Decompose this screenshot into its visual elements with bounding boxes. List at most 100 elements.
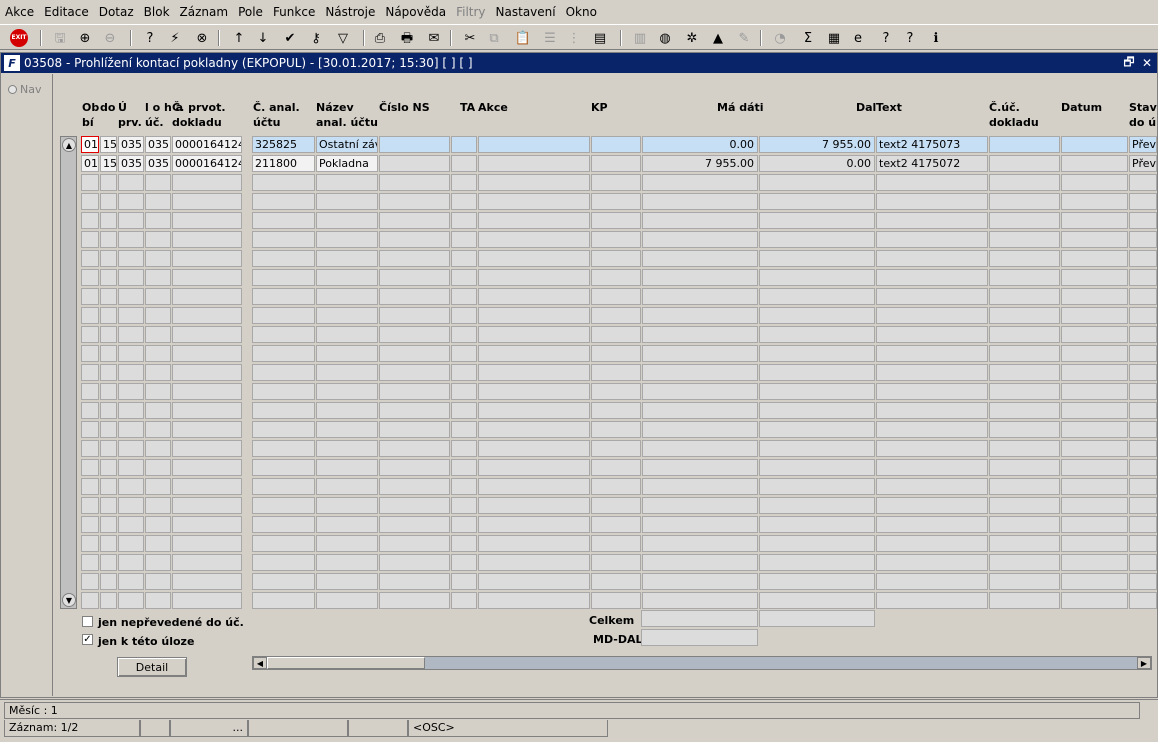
empty-cell[interactable] xyxy=(642,497,758,514)
empty-cell[interactable] xyxy=(451,535,477,552)
empty-cell[interactable] xyxy=(81,212,99,229)
empty-cell[interactable] xyxy=(759,345,875,362)
empty-cell[interactable] xyxy=(81,497,99,514)
empty-cell[interactable] xyxy=(451,364,477,381)
empty-cell[interactable] xyxy=(759,573,875,590)
scroll-up-icon[interactable]: ▲ xyxy=(62,138,76,152)
empty-cell[interactable] xyxy=(379,364,450,381)
empty-cell[interactable] xyxy=(1129,516,1157,533)
empty-cell[interactable] xyxy=(478,193,590,210)
empty-cell[interactable] xyxy=(876,288,988,305)
empty-cell[interactable] xyxy=(379,250,450,267)
empty-cell[interactable] xyxy=(100,554,117,571)
empty-cell[interactable] xyxy=(989,212,1060,229)
empty-cell[interactable] xyxy=(1061,440,1128,457)
table-cell[interactable]: 211800 xyxy=(252,155,315,172)
empty-cell[interactable] xyxy=(81,440,99,457)
empty-cell[interactable] xyxy=(876,193,988,210)
empty-cell[interactable] xyxy=(100,288,117,305)
empty-cell[interactable] xyxy=(172,250,242,267)
empty-cell[interactable] xyxy=(451,193,477,210)
empty-cell[interactable] xyxy=(81,516,99,533)
empty-cell[interactable] xyxy=(172,288,242,305)
empty-cell[interactable] xyxy=(316,231,378,248)
empty-cell[interactable] xyxy=(989,269,1060,286)
empty-cell[interactable] xyxy=(759,459,875,476)
report-icon[interactable]: ▤ xyxy=(590,28,610,48)
empty-cell[interactable] xyxy=(759,592,875,609)
empty-cell[interactable] xyxy=(591,364,641,381)
empty-cell[interactable] xyxy=(642,440,758,457)
empty-cell[interactable] xyxy=(145,497,171,514)
empty-cell[interactable] xyxy=(591,193,641,210)
empty-cell[interactable] xyxy=(172,193,242,210)
empty-cell[interactable] xyxy=(145,535,171,552)
horizontal-scrollbar[interactable]: ◀ ▶ xyxy=(252,656,1152,670)
empty-cell[interactable] xyxy=(451,212,477,229)
calendar-icon[interactable]: ◔ xyxy=(770,28,790,48)
empty-cell[interactable] xyxy=(100,174,117,191)
empty-cell[interactable] xyxy=(759,250,875,267)
empty-cell[interactable] xyxy=(478,326,590,343)
empty-cell[interactable] xyxy=(81,592,99,609)
empty-cell[interactable] xyxy=(118,231,144,248)
empty-cell[interactable] xyxy=(100,383,117,400)
empty-cell[interactable] xyxy=(1061,364,1128,381)
empty-cell[interactable] xyxy=(316,193,378,210)
empty-cell[interactable] xyxy=(118,345,144,362)
empty-cell[interactable] xyxy=(876,573,988,590)
empty-cell[interactable] xyxy=(379,497,450,514)
empty-cell[interactable] xyxy=(989,345,1060,362)
empty-cell[interactable] xyxy=(145,459,171,476)
table-cell[interactable]: text2 4175073 xyxy=(876,136,988,153)
empty-cell[interactable] xyxy=(876,383,988,400)
empty-cell[interactable] xyxy=(100,364,117,381)
empty-cell[interactable] xyxy=(316,174,378,191)
empty-cell[interactable] xyxy=(100,497,117,514)
empty-cell[interactable] xyxy=(759,402,875,419)
empty-cell[interactable] xyxy=(876,231,988,248)
empty-cell[interactable] xyxy=(451,440,477,457)
empty-cell[interactable] xyxy=(316,307,378,324)
empty-cell[interactable] xyxy=(876,440,988,457)
empty-cell[interactable] xyxy=(989,497,1060,514)
empty-cell[interactable] xyxy=(1129,402,1157,419)
table-cell[interactable] xyxy=(478,136,590,153)
empty-cell[interactable] xyxy=(1061,288,1128,305)
empty-cell[interactable] xyxy=(172,516,242,533)
cut-icon[interactable]: ✂ xyxy=(460,28,480,48)
empty-cell[interactable] xyxy=(172,345,242,362)
empty-cell[interactable] xyxy=(81,554,99,571)
table-cell[interactable]: Ostatní záva xyxy=(316,136,378,153)
empty-cell[interactable] xyxy=(642,402,758,419)
empty-cell[interactable] xyxy=(118,535,144,552)
empty-cell[interactable] xyxy=(642,231,758,248)
empty-cell[interactable] xyxy=(81,383,99,400)
edit-icon[interactable]: ✎ xyxy=(734,28,754,48)
empty-cell[interactable] xyxy=(379,573,450,590)
menu-item[interactable]: Filtry xyxy=(451,5,490,19)
execute-query-icon[interactable]: ⚡ xyxy=(165,28,185,48)
empty-cell[interactable] xyxy=(145,345,171,362)
empty-cell[interactable] xyxy=(252,212,315,229)
empty-cell[interactable] xyxy=(252,174,315,191)
empty-cell[interactable] xyxy=(379,345,450,362)
empty-cell[interactable] xyxy=(81,421,99,438)
empty-cell[interactable] xyxy=(316,440,378,457)
table-cell[interactable]: 0000164124 xyxy=(172,136,242,153)
empty-cell[interactable] xyxy=(379,459,450,476)
empty-cell[interactable] xyxy=(316,212,378,229)
empty-cell[interactable] xyxy=(100,516,117,533)
empty-cell[interactable] xyxy=(989,478,1060,495)
empty-cell[interactable] xyxy=(1061,174,1128,191)
empty-cell[interactable] xyxy=(118,421,144,438)
empty-cell[interactable] xyxy=(379,535,450,552)
empty-cell[interactable] xyxy=(759,478,875,495)
empty-cell[interactable] xyxy=(145,174,171,191)
empty-cell[interactable] xyxy=(989,459,1060,476)
empty-cell[interactable] xyxy=(100,573,117,590)
empty-cell[interactable] xyxy=(118,364,144,381)
empty-cell[interactable] xyxy=(451,250,477,267)
mail-icon[interactable]: ✉ xyxy=(424,28,444,48)
empty-cell[interactable] xyxy=(172,383,242,400)
